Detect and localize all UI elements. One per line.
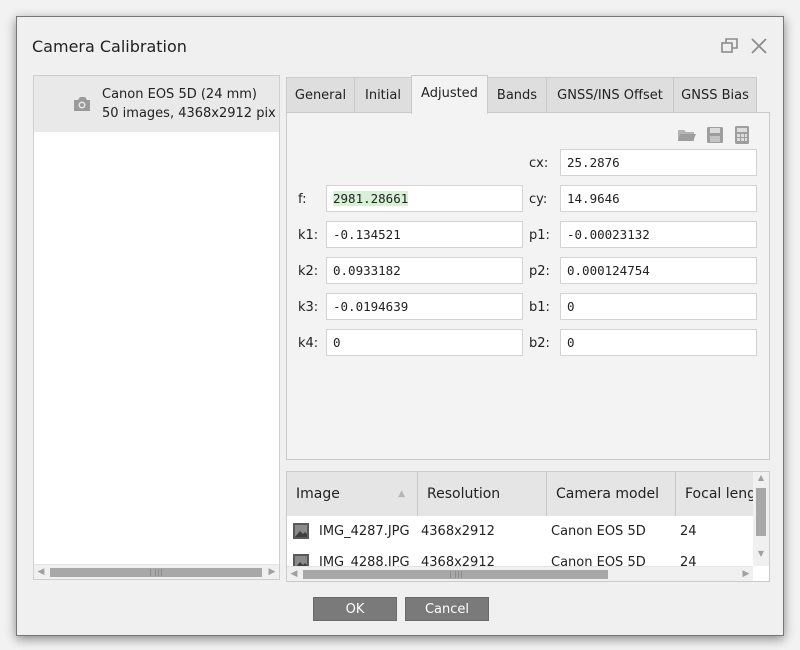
adjusted-tab-content: cx: 25.2876 f: 2981.28661 cy: 14.9646 k1… bbox=[286, 112, 770, 460]
cy-label: cy: bbox=[529, 192, 548, 207]
dialog-title: Camera Calibration bbox=[32, 37, 187, 56]
column-header-image[interactable]: Image ▲ bbox=[287, 472, 418, 516]
close-icon[interactable] bbox=[748, 35, 770, 57]
cy-field[interactable]: 14.9646 bbox=[560, 185, 757, 212]
ok-button[interactable]: OK bbox=[313, 597, 397, 621]
camera-name: Canon EOS 5D (24 mm) bbox=[102, 87, 257, 102]
b1-field[interactable]: 0 bbox=[560, 293, 757, 320]
scroll-down-icon[interactable]: ▼ bbox=[753, 548, 769, 560]
camera-calibration-dialog: Camera Calibration Canon EOS 5D (24 mm) … bbox=[16, 16, 784, 636]
k2-label: k2: bbox=[298, 264, 319, 279]
cell-camera-model: Canon EOS 5D bbox=[551, 524, 646, 539]
column-header-focal-length[interactable]: Focal length bbox=[676, 472, 753, 516]
camera-list-panel: Canon EOS 5D (24 mm) 50 images, 4368x291… bbox=[33, 75, 280, 580]
tab-gnss-bias[interactable]: GNSS Bias bbox=[673, 77, 757, 113]
f-field[interactable]: 2981.28661 bbox=[326, 185, 523, 212]
k1-label: k1: bbox=[298, 228, 319, 243]
f-value: 2981.28661 bbox=[333, 191, 409, 206]
scroll-right-icon[interactable]: ▶ bbox=[739, 567, 753, 581]
scroll-left-icon[interactable]: ◀ bbox=[287, 567, 301, 581]
images-table: Image ▲ Resolution Camera model Focal le… bbox=[286, 471, 770, 582]
cx-field[interactable]: 25.2876 bbox=[560, 149, 757, 176]
camera-list-hscrollbar[interactable]: ◀ ▶ bbox=[34, 564, 279, 579]
k4-label: k4: bbox=[298, 336, 319, 351]
b2-label: b2: bbox=[529, 336, 550, 351]
title-bar: Camera Calibration bbox=[17, 17, 783, 73]
k1-field[interactable]: -0.134521 bbox=[326, 221, 523, 248]
restore-window-icon[interactable] bbox=[719, 35, 741, 57]
tab-bar: General Initial Adjusted Bands GNSS/INS … bbox=[286, 75, 770, 114]
scroll-left-icon[interactable]: ◀ bbox=[34, 565, 48, 579]
tab-gnss-ins-offset[interactable]: GNSS/INS Offset bbox=[546, 77, 674, 113]
camera-details: 50 images, 4368x2912 pix bbox=[102, 106, 276, 121]
table-hscrollbar[interactable]: ◀ ▶ bbox=[287, 566, 753, 581]
image-file-icon bbox=[293, 523, 309, 539]
column-header-resolution[interactable]: Resolution bbox=[418, 472, 547, 516]
f-label: f: bbox=[298, 192, 307, 207]
tab-initial[interactable]: Initial bbox=[354, 77, 412, 113]
column-header-camera-model[interactable]: Camera model bbox=[547, 472, 676, 516]
camera-icon bbox=[72, 95, 92, 113]
b1-label: b1: bbox=[529, 300, 550, 315]
tab-adjusted[interactable]: Adjusted bbox=[411, 75, 488, 114]
p1-label: p1: bbox=[529, 228, 550, 243]
k4-field[interactable]: 0 bbox=[326, 329, 523, 356]
p2-field[interactable]: 0.000124754 bbox=[560, 257, 757, 284]
b2-field[interactable]: 0 bbox=[560, 329, 757, 356]
k3-label: k3: bbox=[298, 300, 319, 315]
save-icon[interactable] bbox=[705, 126, 725, 144]
scroll-up-icon[interactable]: ▲ bbox=[753, 472, 769, 484]
p2-label: p2: bbox=[529, 264, 550, 279]
k3-field[interactable]: -0.0194639 bbox=[326, 293, 523, 320]
sort-ascending-icon: ▲ bbox=[398, 489, 405, 499]
table-vscrollbar[interactable]: ▲ ▼ bbox=[753, 472, 769, 566]
camera-list-item[interactable]: Canon EOS 5D (24 mm) 50 images, 4368x291… bbox=[34, 76, 279, 132]
p1-field[interactable]: -0.00023132 bbox=[560, 221, 757, 248]
scroll-right-icon[interactable]: ▶ bbox=[265, 565, 279, 579]
tab-general[interactable]: General bbox=[286, 77, 355, 113]
cx-label: cx: bbox=[529, 156, 549, 171]
cell-focal-length: 24 bbox=[680, 524, 697, 539]
cancel-button[interactable]: Cancel bbox=[405, 597, 489, 621]
table-header: Image ▲ Resolution Camera model Focal le… bbox=[287, 472, 753, 516]
scroll-thumb[interactable] bbox=[756, 488, 766, 536]
table-row[interactable]: IMG_4287.JPG 4368x2912 Canon EOS 5D 24 bbox=[287, 516, 753, 547]
scroll-thumb[interactable] bbox=[303, 570, 608, 579]
calculator-icon[interactable] bbox=[732, 126, 752, 144]
tab-bands[interactable]: Bands bbox=[487, 77, 547, 113]
cell-resolution: 4368x2912 bbox=[421, 524, 495, 539]
scroll-thumb[interactable] bbox=[50, 568, 262, 577]
folder-open-icon[interactable] bbox=[677, 126, 697, 144]
cell-image: IMG_4287.JPG bbox=[319, 524, 410, 539]
k2-field[interactable]: 0.0933182 bbox=[326, 257, 523, 284]
